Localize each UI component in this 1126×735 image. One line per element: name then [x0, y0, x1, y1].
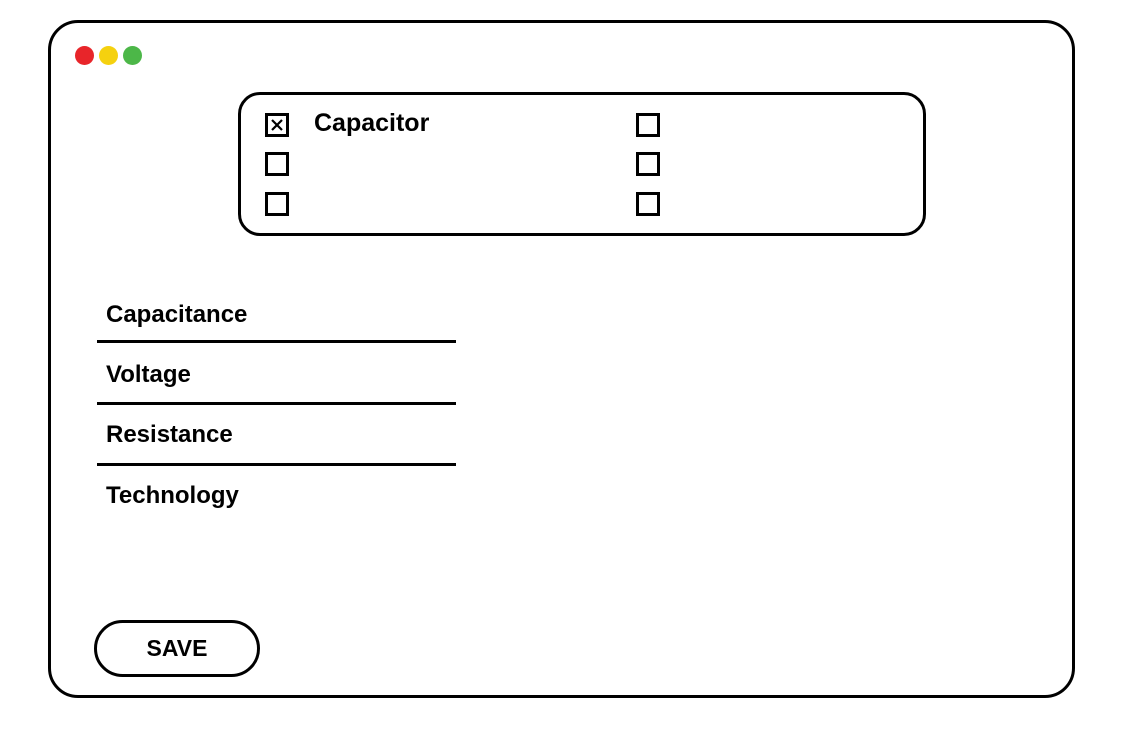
checkmark-x-icon: [271, 119, 283, 131]
voltage-field[interactable]: Voltage: [106, 361, 191, 389]
checkbox-option-1[interactable]: [265, 113, 289, 137]
checkbox-option-4[interactable]: [636, 113, 660, 137]
save-button[interactable]: SAVE: [94, 620, 260, 677]
checkbox-option-2[interactable]: [265, 152, 289, 176]
field-divider: [97, 402, 456, 405]
technology-field[interactable]: Technology: [106, 482, 239, 510]
window-controls: [75, 46, 142, 65]
maximize-dot[interactable]: [123, 46, 142, 65]
field-divider: [97, 463, 456, 466]
component-type-panel: Capacitor: [238, 92, 926, 236]
close-dot[interactable]: [75, 46, 94, 65]
checkbox-option-6[interactable]: [636, 192, 660, 216]
minimize-dot[interactable]: [99, 46, 118, 65]
resistance-field[interactable]: Resistance: [106, 421, 233, 449]
checkbox-option-5[interactable]: [636, 152, 660, 176]
field-divider: [97, 340, 456, 343]
checkbox-option-1-label: Capacitor: [314, 109, 430, 137]
capacitance-field[interactable]: Capacitance: [106, 301, 247, 329]
checkbox-option-3[interactable]: [265, 192, 289, 216]
app-window: Capacitor Capacitance Voltage Resistance…: [48, 20, 1075, 698]
